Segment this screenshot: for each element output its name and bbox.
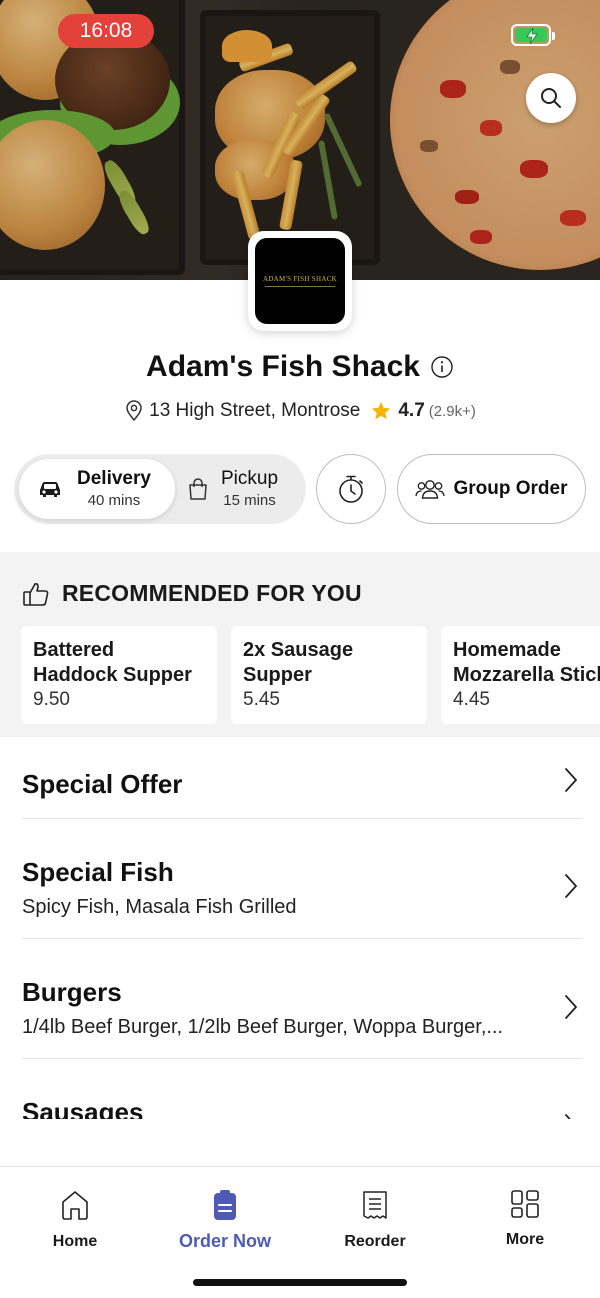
rating-count: (2.9k+) [428,402,476,420]
order-now-icon [214,1190,236,1220]
delivery-label: Delivery [77,468,151,490]
pickup-label: Pickup [221,468,279,490]
timer-icon [339,475,363,503]
star-icon [372,401,391,420]
recommended-item[interactable]: Homemade Mozzarella Stick 4.45 [441,626,600,724]
car-icon [40,482,60,497]
pickup-option[interactable]: Pickup 15 mins [179,459,301,519]
item-price: 9.50 [33,689,70,710]
battery-icon [511,24,555,46]
nav-order-now[interactable]: Order Now [150,1189,300,1252]
delivery-time: 40 mins [87,492,141,510]
restaurant-address: 13 High Street, Montrose [149,400,361,421]
group-order-button[interactable]: Group Order [397,454,586,524]
menu-category-special-fish[interactable]: Special Fish Spicy Fish, Masala Fish Gri… [22,819,582,939]
restaurant-name: Adam's Fish Shack [146,350,420,383]
nav-more[interactable]: More [450,1189,600,1249]
menu-category-sausages[interactable]: Sausages [22,1059,582,1119]
order-mode-toggle: Delivery 40 mins Pickup 15 mins [14,454,306,524]
recommended-section: RECOMMENDED FOR YOU Battered Haddock Sup… [0,552,600,737]
item-name: Homemade [453,639,561,661]
status-time: 16:08 [58,14,154,48]
nav-label: More [505,1231,545,1248]
location-pin-icon [126,400,142,422]
nav-reorder[interactable]: Reorder [300,1189,450,1251]
category-name: Special Fish [22,857,174,887]
recommended-item[interactable]: Battered Haddock Supper 9.50 [21,626,217,724]
item-name: 2x Sausage [243,639,354,661]
chevron-right-icon [565,1114,571,1119]
menu-category-burgers[interactable]: Burgers 1/4lb Beef Burger, 1/2lb Beef Bu… [22,939,582,1059]
logo-text: ADAM'S FISH SHACK [262,275,338,283]
restaurant-logo: ADAM'S FISH SHACK [248,231,352,331]
recommended-title: RECOMMENDED FOR YOU [62,580,362,606]
home-indicator [193,1279,407,1286]
home-icon [62,1191,88,1220]
category-description: 1/4lb Beef Burger, 1/2lb Beef Burger, Wo… [22,1016,504,1038]
receipt-icon [363,1191,387,1219]
search-icon [541,88,561,108]
item-name: Supper [243,664,312,686]
grid-icon [511,1190,539,1218]
item-name: Mozzarella Stick [453,664,600,686]
group-order-label: Group Order [453,478,568,499]
category-name: Special Offer [22,769,183,799]
delivery-option[interactable]: Delivery 40 mins [19,459,175,519]
rating-value: 4.7 [398,400,425,421]
shopping-bag-icon [189,478,207,500]
thumbs-up-icon [23,582,49,606]
nav-home[interactable]: Home [0,1189,150,1251]
chevron-right-icon [565,768,577,792]
item-name: Battered [33,639,115,661]
item-name: Haddock Supper [33,664,192,686]
menu-category-list: Special Offer Special Fish Spicy Fish, M… [0,737,600,1119]
nav-label: Reorder [344,1233,406,1250]
pickup-time: 15 mins [223,492,276,510]
recommended-item[interactable]: 2x Sausage Supper 5.45 [231,626,427,724]
item-price: 4.45 [453,689,490,710]
group-users-icon [415,480,446,499]
search-button[interactable] [526,73,576,123]
category-description: Spicy Fish, Masala Fish Grilled [22,896,297,918]
chevron-right-icon [565,874,577,898]
category-name: Sausages [22,1097,144,1119]
schedule-button[interactable] [316,454,386,524]
nav-label: Home [52,1233,98,1250]
nav-label: Order Now [178,1231,271,1251]
info-icon[interactable] [430,355,454,379]
chevron-right-icon [565,995,577,1019]
menu-category-special-offer[interactable]: Special Offer [22,737,582,819]
item-price: 5.45 [243,689,280,710]
category-name: Burgers [22,977,122,1007]
